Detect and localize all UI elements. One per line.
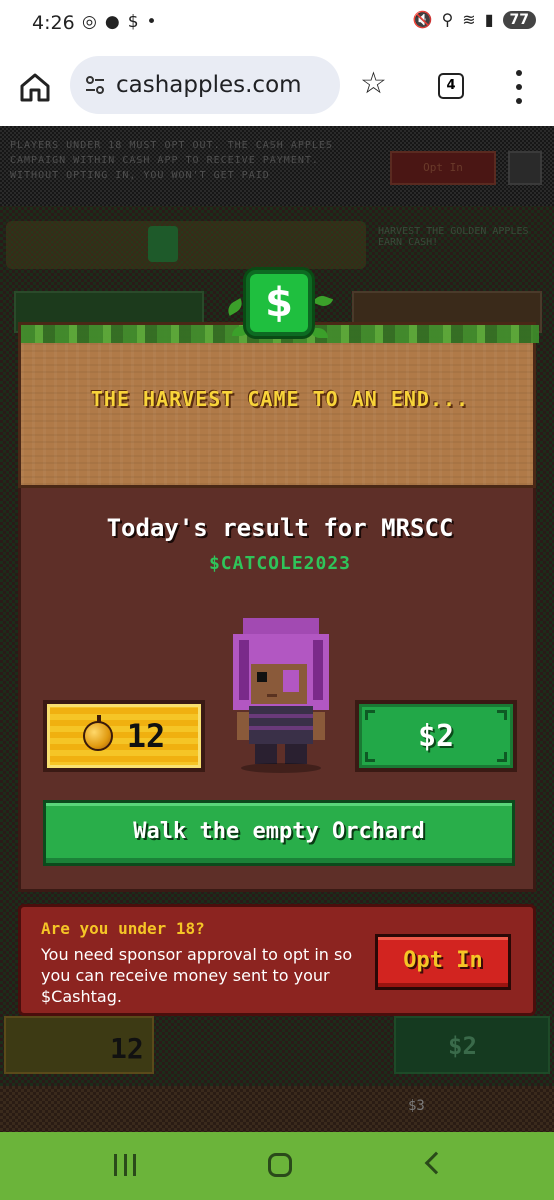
notice-body: You need sponsor approval to opt in so y… [41,945,353,1006]
leaf-icon [224,298,246,316]
game-canvas: PLAYERS UNDER 18 MUST OPT OUT. THE CASH … [0,126,554,1132]
apples-collected-box: 12 [43,700,205,772]
status-bar: 4:26 ◎ ● $ • 🔇 ⚲ ≋ ▮ 77 [0,0,554,52]
walk-orchard-button[interactable]: Walk the empty Orchard [43,800,515,866]
location-icon: ⚲ [441,10,454,29]
browser-toolbar: cashapples.com ☆ 4 [0,52,554,126]
system-navigation-bar [0,1132,554,1200]
signal-icon: ▮ [484,10,494,29]
battery-level: 77 [502,10,536,29]
result-panel: Today's result for MRSCC $CATCOLE2023 12 [18,488,536,892]
dot-icon: • [146,12,157,32]
address-bar[interactable]: cashapples.com [70,56,340,114]
home-nav-icon[interactable] [268,1153,292,1177]
system-icons: 🔇 ⚲ ≋ ▮ 77 [413,10,536,29]
status-time: 4:26 [32,12,75,34]
instagram-icon: ◎ [82,12,97,32]
bookmark-star-icon[interactable]: ☆ [360,66,387,101]
corner-bracket [497,752,507,762]
background-menu-button [508,151,542,185]
more-menu-icon[interactable] [509,70,529,104]
corner-bracket [365,752,375,762]
player-avatar [233,618,329,773]
notice-title: Are you under 18? [41,919,205,938]
tab-switcher-button[interactable]: 4 [438,73,464,99]
player-name: MRSCC [381,514,454,542]
background-apple-count: 12 [110,1032,144,1065]
harvest-result-modal: THE HARVEST CAME TO AN END... $ Today's … [18,270,539,892]
background-money-amount: $2 [448,1032,477,1060]
background-tagline: HARVEST THE GOLDEN APPLES EARN CASH! [378,226,529,248]
harvest-title: THE HARVEST CAME TO AN END... [90,387,470,411]
background-logo [6,221,366,269]
player-cashtag: $CATCOLE2023 [208,553,352,574]
notification-icons: ◎ ● $ • [82,12,157,32]
home-icon[interactable] [18,70,52,104]
url-text: cashapples.com [116,72,302,98]
earnings-amount: $2 [417,718,455,754]
result-prefix: Today's result for [106,514,382,542]
background-notice-text: PLAYERS UNDER 18 MUST OPT OUT. THE CASH … [10,140,333,181]
site-settings-icon[interactable] [84,74,106,96]
recent-apps-icon[interactable] [114,1154,136,1176]
opt-in-button[interactable]: Opt In [375,934,511,990]
wood-sign: THE HARVEST CAME TO AN END... [18,322,539,488]
under-18-notice: Are you under 18? You need sponsor appro… [18,904,536,1016]
background-strip-value: $3 [408,1098,425,1114]
background-logo-coin [148,226,178,262]
result-heading: Today's result for MRSCC [21,514,539,542]
wifi-icon: ≋ [462,10,476,29]
back-icon[interactable] [424,1151,448,1175]
corner-bracket [365,710,375,720]
golden-apple-icon [82,715,113,751]
mute-icon: 🔇 [412,10,433,29]
dollar-icon: $ [127,12,139,32]
cash-app-logo-icon: $ [246,270,312,336]
background-orchard-strip [0,1086,554,1132]
corner-bracket [497,710,507,720]
background-opt-in-button: Opt In [390,151,496,185]
earnings-box: $2 [355,700,517,772]
leaf-icon [312,293,334,309]
apples-count: 12 [126,717,166,755]
chat-icon: ● [104,12,120,32]
